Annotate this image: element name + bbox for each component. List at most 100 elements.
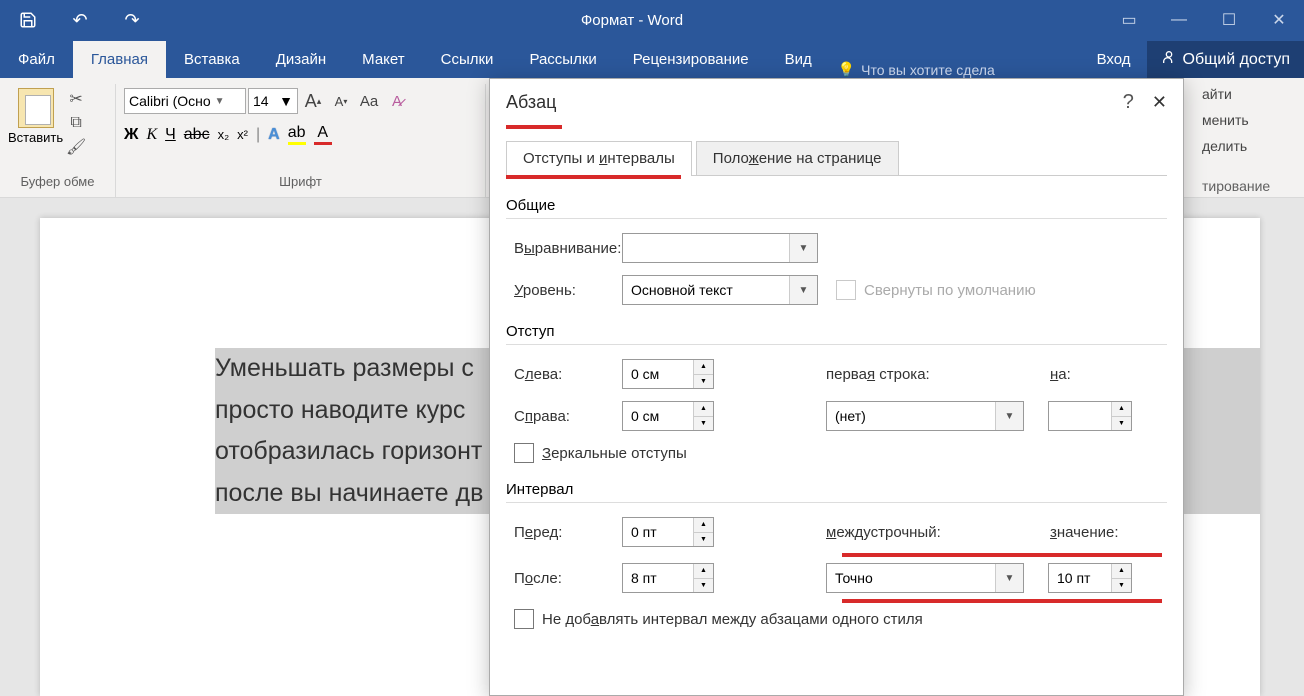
spin-down-icon[interactable]: ▼ (1112, 417, 1131, 431)
group-font-label: Шрифт (124, 174, 477, 193)
spin-up-icon[interactable]: ▲ (1112, 402, 1131, 417)
spin-down-icon[interactable]: ▼ (694, 417, 713, 431)
tab-review[interactable]: Рецензирование (615, 41, 767, 78)
tab-references[interactable]: Ссылки (423, 41, 512, 78)
tab-line-breaks[interactable]: Положение на странице (696, 141, 899, 176)
annotation-underline (506, 125, 562, 129)
tab-home[interactable]: Главная (73, 41, 166, 78)
spin-down-icon[interactable]: ▼ (694, 579, 713, 593)
grow-font-icon[interactable]: A▴ (300, 88, 326, 114)
spin-down-icon[interactable]: ▼ (694, 533, 713, 547)
bold-button[interactable]: Ж (124, 126, 138, 144)
copy-icon[interactable]: ⧉ (67, 114, 85, 132)
group-clipboard-label: Буфер обме (8, 174, 107, 193)
ribbon-options-icon[interactable]: ▭ (1104, 0, 1154, 40)
alignment-combo[interactable]: ▼ (622, 233, 818, 263)
dialog-tabs: Отступы и интервалы Положение на страниц… (506, 141, 1167, 176)
font-color-icon[interactable]: A (314, 124, 332, 145)
clear-formatting-icon[interactable]: A̷ (384, 88, 410, 114)
paste-icon[interactable] (18, 88, 54, 128)
at-spinner[interactable]: 10 пт ▲▼ (1048, 563, 1132, 593)
signin-link[interactable]: Вход (1085, 43, 1143, 76)
share-button[interactable]: Общий доступ (1147, 41, 1304, 78)
indent-right-value: 0 см (623, 402, 693, 430)
tab-view[interactable]: Вид (767, 41, 830, 78)
underline-button[interactable]: Ч (165, 126, 176, 144)
maximize-icon[interactable]: ☐ (1204, 0, 1254, 40)
level-combo[interactable]: Основной текст ▼ (622, 275, 818, 305)
tab-insert[interactable]: Вставка (166, 41, 258, 78)
lightbulb-icon: 💡 (838, 61, 855, 78)
first-line-value: (нет) (827, 408, 995, 424)
paragraph-dialog: Абзац ? ✕ Отступы и интервалы Положение … (489, 78, 1184, 696)
level-value: Основной текст (623, 282, 789, 298)
paste-label[interactable]: Вставить (8, 130, 63, 145)
replace-label[interactable]: менить (1202, 112, 1304, 128)
chevron-down-icon: ▼ (279, 93, 293, 109)
after-label: После: (506, 570, 622, 587)
cut-icon[interactable]: ✂ (67, 90, 85, 108)
indent-left-value: 0 см (623, 360, 693, 388)
superscript-button[interactable]: x² (237, 127, 248, 142)
line-spacing-combo[interactable]: Точно ▼ (826, 563, 1024, 593)
highlight-icon[interactable]: ab (288, 124, 306, 145)
font-size-combo[interactable]: 14▼ (248, 88, 298, 114)
tab-mailings[interactable]: Рассылки (511, 41, 614, 78)
spin-up-icon[interactable]: ▲ (694, 518, 713, 533)
close-window-icon[interactable]: ✕ (1254, 0, 1304, 40)
save-icon[interactable] (8, 0, 48, 40)
after-value: 8 пт (623, 564, 693, 592)
undo-icon[interactable]: ↶ (60, 0, 100, 40)
spin-down-icon[interactable]: ▼ (1112, 579, 1131, 593)
close-icon[interactable]: ✕ (1152, 92, 1167, 113)
font-name-combo[interactable]: Calibri (Осно▼ (124, 88, 246, 114)
help-icon[interactable]: ? (1123, 91, 1134, 114)
spin-up-icon[interactable]: ▲ (694, 402, 713, 417)
annotation-underline (842, 599, 1162, 603)
first-line-combo[interactable]: (нет) ▼ (826, 401, 1024, 431)
indent-right-spinner[interactable]: 0 см ▲▼ (622, 401, 714, 431)
minimize-icon[interactable]: — (1154, 0, 1204, 40)
by-spinner[interactable]: ▲▼ (1048, 401, 1132, 431)
tab-layout[interactable]: Макет (344, 41, 422, 78)
shrink-font-icon[interactable]: A▾ (328, 88, 354, 114)
format-painter-icon[interactable]: 🖌 (67, 138, 85, 156)
spin-up-icon[interactable]: ▲ (694, 360, 713, 375)
italic-button[interactable]: К (146, 126, 157, 144)
spin-up-icon[interactable]: ▲ (1112, 564, 1131, 579)
tab-file[interactable]: Файл (0, 41, 73, 78)
dialog-title: Абзац (506, 92, 557, 113)
text-effects-icon[interactable]: A (268, 126, 280, 144)
after-spinner[interactable]: 8 пт ▲▼ (622, 563, 714, 593)
redo-icon[interactable]: ↷ (112, 0, 152, 40)
change-case-icon[interactable]: Aa (356, 88, 382, 114)
section-spacing: Интервал Перед: 0 пт ▲▼ междустрочный: з… (506, 481, 1167, 629)
general-heading: Общие (506, 197, 1167, 219)
window-controls: ▭ — ☐ ✕ (1104, 0, 1304, 40)
collapsed-label: Свернуты по умолчанию (864, 282, 1036, 299)
chevron-down-icon: ▼ (789, 276, 817, 304)
mirror-checkbox[interactable] (514, 443, 534, 463)
indent-left-spinner[interactable]: 0 см ▲▼ (622, 359, 714, 389)
annotation-underline (506, 175, 681, 179)
before-value: 0 пт (623, 518, 693, 546)
subscript-button[interactable]: x₂ (218, 127, 230, 142)
group-clipboard: Вставить ✂ ⧉ 🖌 Буфер обме (0, 84, 116, 197)
noadd-checkbox[interactable] (514, 609, 534, 629)
before-label: Перед: (506, 524, 622, 541)
select-label[interactable]: делить (1202, 138, 1304, 154)
share-label: Общий доступ (1183, 51, 1291, 69)
spin-down-icon[interactable]: ▼ (694, 375, 713, 389)
before-spinner[interactable]: 0 пт ▲▼ (622, 517, 714, 547)
tab-indents-spacing[interactable]: Отступы и интервалы (506, 141, 692, 176)
tab-design[interactable]: Дизайн (258, 41, 344, 78)
indent-left-label: Слева: (506, 366, 622, 383)
level-label: Уровень: (506, 282, 622, 299)
strikethrough-button[interactable]: abc (184, 126, 210, 144)
find-label[interactable]: айти (1202, 86, 1304, 102)
share-icon (1161, 49, 1177, 70)
spin-up-icon[interactable]: ▲ (694, 564, 713, 579)
tell-me-box[interactable]: 💡 Что вы хотите сдела (830, 61, 1085, 78)
ribbon-tabs: Файл Главная Вставка Дизайн Макет Ссылки… (0, 40, 1304, 78)
at-label: значение: (1050, 524, 1134, 541)
